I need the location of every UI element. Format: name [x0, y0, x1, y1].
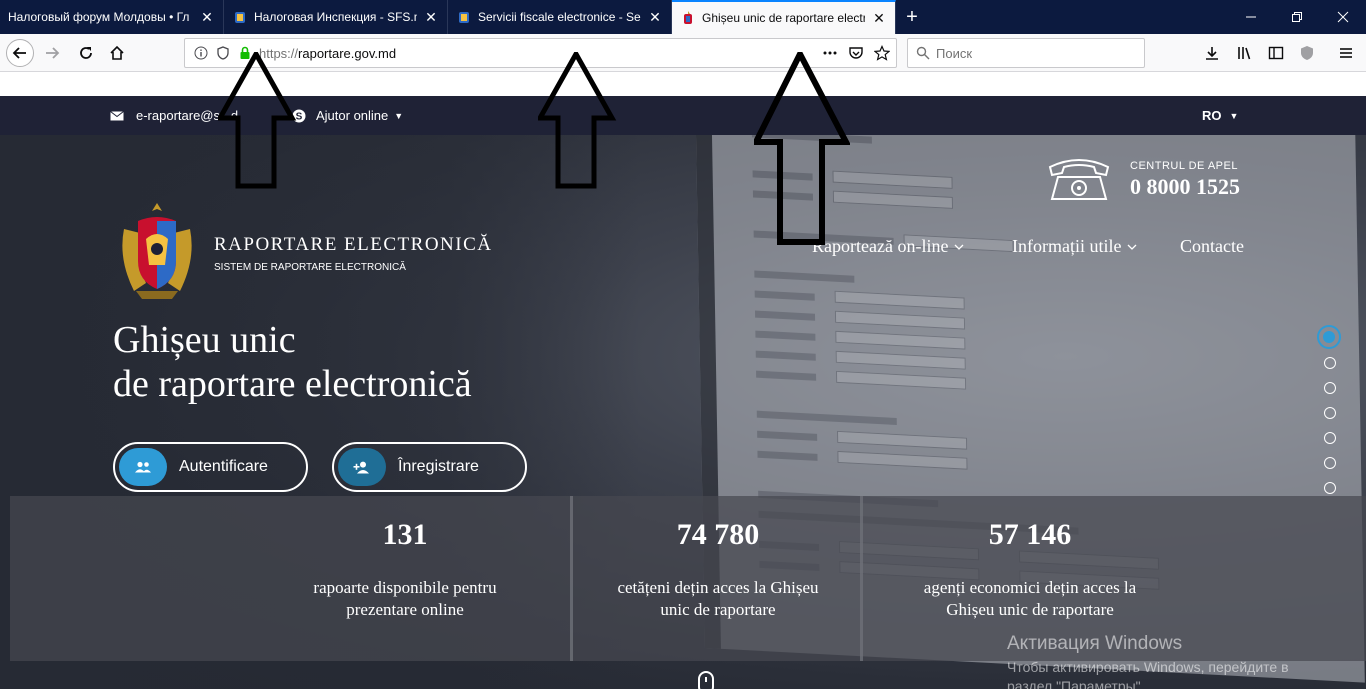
search-placeholder: Поиск	[936, 45, 973, 61]
annotation-arrow-up-icon	[538, 52, 617, 189]
envelope-icon	[110, 110, 124, 120]
hero-title-line2: de raportare electronică	[113, 363, 472, 405]
users-icon	[119, 448, 167, 486]
pocket-icon[interactable]	[848, 45, 864, 64]
restore-icon[interactable]	[1274, 0, 1320, 34]
stat-label-line: cetățeni dețin acces la Ghișeu	[617, 578, 819, 597]
slider-dot[interactable]	[1324, 457, 1336, 469]
slider-dot[interactable]	[1324, 382, 1336, 394]
slider-dot-active[interactable]	[1317, 325, 1341, 349]
menu-label: Contacte	[1180, 236, 1244, 256]
stat-citizens-count: 74 780	[676, 518, 760, 551]
arrow-right-icon	[46, 47, 60, 59]
home-icon	[110, 45, 124, 60]
sidebar-icon[interactable]	[1266, 43, 1286, 63]
stat-label-line: unic de raportare	[660, 600, 776, 619]
add-user-icon	[338, 448, 386, 486]
stat-label-line: Ghișeu unic de raportare	[946, 600, 1114, 619]
stat-citizens-label: cetățeni dețin acces la Ghișeu unic de r…	[568, 577, 868, 621]
help-online-dropdown[interactable]: S Ajutor online ▼	[292, 108, 403, 123]
tab-bar: Налоговый форум Молдовы • Гл ✕ Налоговая…	[0, 0, 1366, 34]
annotation-arrow-up-icon	[218, 52, 297, 189]
scroll-down-icon[interactable]	[698, 671, 714, 689]
close-icon[interactable]: ✕	[647, 9, 663, 25]
menu-icon[interactable]	[1336, 43, 1356, 63]
slider-dot[interactable]	[1324, 432, 1336, 444]
reload-button[interactable]	[72, 39, 100, 67]
watermark-subtitle: Чтобы активировать Windows, перейдите в …	[1007, 659, 1289, 689]
help-text: Ajutor online	[316, 108, 389, 123]
call-center-number[interactable]: 0 8000 1525	[1130, 174, 1240, 200]
login-label: Autentificare	[179, 458, 268, 475]
tab-title: Налоговая Инспекция - SFS.md	[254, 10, 417, 24]
slider-dot[interactable]	[1324, 482, 1336, 494]
tab-ghiseu-unic[interactable]: Ghișeu unic de raportare electron ✕	[672, 0, 896, 34]
stat-label-line: prezentare online	[346, 600, 464, 619]
arrow-left-icon	[12, 47, 26, 59]
tab-sfs[interactable]: Налоговая Инспекция - SFS.md ✕	[224, 0, 448, 34]
navigation-toolbar: https://raportare.gov.md Поиск	[0, 34, 1366, 72]
telephone-icon	[1048, 159, 1110, 200]
home-button[interactable]	[103, 39, 131, 67]
forward-button[interactable]	[38, 39, 66, 67]
tab-title: Ghișeu unic de raportare electron	[702, 11, 865, 25]
chevron-down-icon	[1127, 241, 1137, 253]
stat-reports-count: 131	[382, 518, 428, 551]
info-icon[interactable]	[193, 45, 209, 61]
call-center-label: CENTRUL DE APEL	[1130, 160, 1238, 172]
site-title[interactable]: RAPORTARE ELECTRONICĂ	[214, 234, 492, 256]
reload-icon	[80, 47, 92, 59]
stat-label-line: agenți economici dețin acces la	[923, 578, 1137, 597]
stat-agents-count: 57 146	[988, 518, 1072, 551]
coat-of-arms-icon	[684, 11, 692, 24]
close-icon[interactable]: ✕	[871, 10, 887, 26]
minimize-icon[interactable]	[1228, 0, 1274, 34]
coat-of-arms-logo[interactable]	[116, 199, 198, 301]
tab-title: Servicii fiscale electronice - Servi	[478, 10, 641, 24]
download-icon[interactable]	[1202, 43, 1222, 63]
stat-label-line: rapoarte disponibile pentru	[313, 578, 497, 597]
close-icon[interactable]: ✕	[423, 9, 439, 25]
search-icon	[916, 46, 930, 60]
language-text: RO	[1202, 108, 1222, 123]
url-host: raportare.gov.md	[298, 45, 397, 61]
caret-down-icon: ▼	[1229, 110, 1239, 121]
register-button[interactable]: Înregistrare	[332, 442, 527, 492]
menu-contacte[interactable]: Contacte	[1180, 236, 1244, 257]
chevron-down-icon	[954, 241, 964, 253]
tab-servicii-fiscale[interactable]: Servicii fiscale electronice - Servi ✕	[448, 0, 672, 34]
menu-informatii-utile[interactable]: Informații utile	[1012, 236, 1137, 257]
close-icon[interactable]: ✕	[199, 9, 215, 25]
coat-of-arms-icon	[235, 12, 245, 23]
register-label: Înregistrare	[398, 458, 479, 475]
library-icon[interactable]	[1234, 43, 1254, 63]
stat-agents-label: agenți economici dețin acces la Ghișeu u…	[880, 577, 1180, 621]
contact-strip: e-raportare@s...d S Ajutor online ▼ RO ▼	[0, 96, 1366, 135]
site-subtitle: SISTEM DE RAPORTARE ELECTRONICĂ	[214, 262, 406, 273]
star-icon[interactable]	[873, 45, 891, 64]
shield-icon[interactable]	[1297, 43, 1317, 63]
coat-of-arms-icon	[459, 12, 469, 23]
windows-activation-watermark: Активация Windows Чтобы активировать Win…	[1007, 633, 1327, 689]
slider-dot[interactable]	[1324, 357, 1336, 369]
stat-reports-label: rapoarte disponibile pentru prezentare o…	[255, 577, 555, 621]
tab-title: Налоговый форум Молдовы • Гл	[8, 10, 190, 24]
new-tab-button[interactable]: +	[896, 0, 928, 34]
hero-title: Ghișeu unic de raportare electronică	[113, 318, 472, 406]
menu-label: Informații utile	[1012, 236, 1122, 256]
back-button[interactable]	[6, 39, 34, 67]
annotation-arrow-up-icon	[754, 52, 850, 245]
window-close-icon[interactable]	[1320, 0, 1366, 34]
caret-down-icon: ▼	[394, 110, 404, 121]
search-input[interactable]: Поиск	[907, 38, 1145, 68]
watermark-title: Активация Windows	[1007, 633, 1183, 654]
hero-title-line1: Ghișeu unic	[113, 319, 296, 361]
slider-dot[interactable]	[1324, 407, 1336, 419]
login-button[interactable]: Autentificare	[113, 442, 308, 492]
language-selector[interactable]: RO ▼	[1202, 108, 1238, 123]
tab-nalogovyi-forum[interactable]: Налоговый форум Молдовы • Гл ✕	[0, 0, 224, 34]
